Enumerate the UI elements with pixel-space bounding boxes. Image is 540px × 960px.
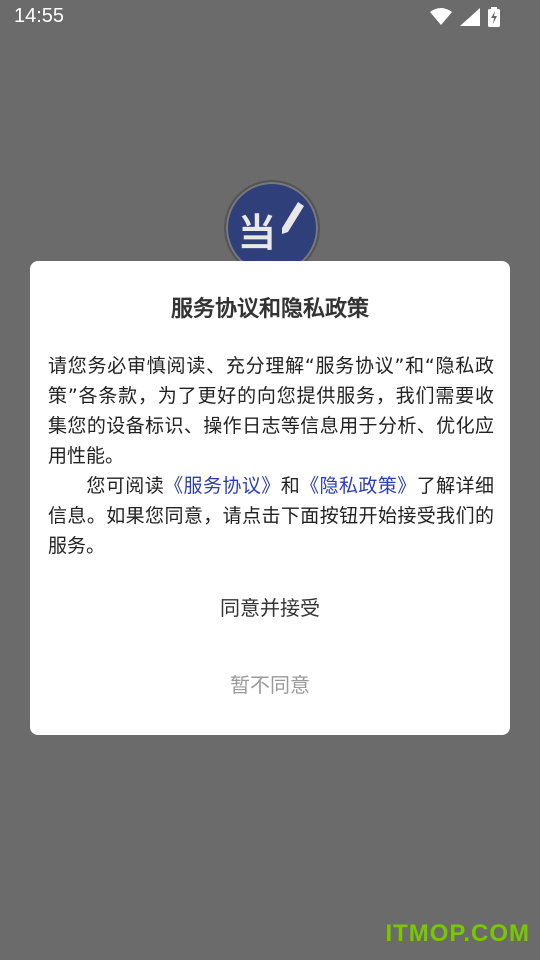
- status-icons: [430, 7, 500, 27]
- battery-charging-icon: [488, 7, 500, 27]
- dialog-body: 请您务必审慎阅读、充分理解“服务协议”和“隐私政策”各条款，为了更好的向您提供服…: [48, 351, 494, 561]
- decline-button[interactable]: 暂不同意: [30, 666, 510, 704]
- dialog-paragraph-2: 您可阅读《服务协议》和《隐私政策》了解详细信息。如果您同意，请点击下面按钮开始接…: [48, 471, 494, 561]
- status-bar: 14:55: [0, 0, 540, 36]
- app-logo-glyph: 当: [238, 211, 276, 255]
- service-agreement-link[interactable]: 《服务协议》: [164, 475, 281, 497]
- watermark: ITMOP.COM: [385, 920, 530, 947]
- dialog-paragraph-1: 请您务必审慎阅读、充分理解“服务协议”和“隐私政策”各条款，为了更好的向您提供服…: [48, 355, 494, 467]
- privacy-dialog: 服务协议和隐私政策 请您务必审慎阅读、充分理解“服务协议”和“隐私政策”各条款，…: [30, 261, 510, 735]
- signal-icon: [460, 8, 480, 26]
- privacy-policy-link[interactable]: 《隐私政策》: [300, 475, 417, 497]
- status-time: 14:55: [14, 5, 65, 27]
- dialog-title: 服务协议和隐私政策: [170, 297, 369, 322]
- and-text: 和: [280, 475, 301, 497]
- pen-icon: [282, 202, 304, 234]
- paragraph2-prefix: 您可阅读: [86, 475, 165, 497]
- agree-button[interactable]: 同意并接受: [30, 589, 510, 627]
- wifi-icon: [430, 8, 452, 25]
